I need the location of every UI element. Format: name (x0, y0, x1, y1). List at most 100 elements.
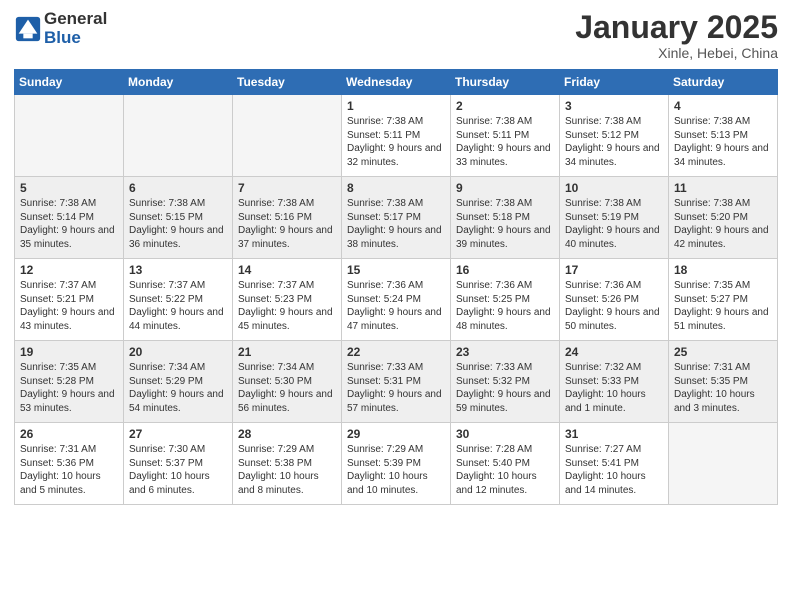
day-number: 6 (129, 181, 227, 195)
cell-4-1: 19Sunrise: 7:35 AMSunset: 5:28 PMDayligh… (15, 341, 124, 423)
cell-3-7: 18Sunrise: 7:35 AMSunset: 5:27 PMDayligh… (669, 259, 778, 341)
week-row-2: 5 Sunrise: 7:38 AMSunset: 5:14 PMDaylight… (15, 177, 778, 259)
day-number: 16 (456, 263, 554, 277)
cell-3-2: 13 Sunrise: 7:37 AMSunset: 5:22 PMDayligh… (124, 259, 233, 341)
cell-4-2: 20 Sunrise: 7:34 AMSunset: 5:29 PMDayligh… (124, 341, 233, 423)
cell-4-7: 25 Sunrise: 7:31 AMSunset: 5:35 PMDayligh… (669, 341, 778, 423)
day-info: Sunrise: 7:38 AMSunset: 5:12 PMDaylight:… (565, 115, 663, 169)
header-thursday: Thursday (451, 70, 560, 95)
cell-5-6: 31Sunrise: 7:27 AMSunset: 5:41 PMDayligh… (560, 423, 669, 505)
day-number: 1 (347, 99, 445, 113)
day-number: 15 (347, 263, 445, 277)
day-number: 27 (129, 427, 227, 441)
day-info: Sunrise: 7:38 AMSunset: 5:15 PMDaylight:… (129, 197, 227, 251)
cell-5-3: 28Sunrise: 7:29 AMSunset: 5:38 PMDayligh… (233, 423, 342, 505)
logo: General Blue (14, 10, 107, 47)
day-info: Sunrise: 7:36 AMSunset: 5:24 PMDaylight:… (347, 279, 445, 333)
cell-2-7: 11Sunrise: 7:38 AMSunset: 5:20 PMDayligh… (669, 177, 778, 259)
day-info: Sunrise: 7:38 AMSunset: 5:11 PMDaylight:… (347, 115, 445, 169)
day-number: 4 (674, 99, 772, 113)
day-info: Sunrise: 7:36 AMSunset: 5:26 PMDaylight:… (565, 279, 663, 333)
calendar-table: Sunday Monday Tuesday Wednesday Thursday… (14, 69, 778, 505)
header-friday: Friday (560, 70, 669, 95)
day-number: 13 (129, 263, 227, 277)
day-info: Sunrise: 7:38 AMSunset: 5:18 PMDaylight:… (456, 197, 554, 251)
logo-blue-text: Blue (44, 29, 107, 48)
day-number: 5 (20, 181, 118, 195)
cell-1-4: 1 Sunrise: 7:38 AMSunset: 5:11 PMDaylight… (342, 95, 451, 177)
day-number: 7 (238, 181, 336, 195)
day-info: Sunrise: 7:27 AMSunset: 5:41 PMDaylight:… (565, 443, 663, 497)
cell-1-1 (15, 95, 124, 177)
day-number: 24 (565, 345, 663, 359)
day-info: Sunrise: 7:38 AMSunset: 5:20 PMDaylight:… (674, 197, 772, 251)
day-info: Sunrise: 7:31 AMSunset: 5:35 PMDaylight:… (674, 361, 772, 415)
calendar-page: General Blue January 2025 Xinle, Hebei, … (0, 0, 792, 612)
day-info: Sunrise: 7:37 AMSunset: 5:22 PMDaylight:… (129, 279, 227, 333)
week-row-4: 19Sunrise: 7:35 AMSunset: 5:28 PMDayligh… (15, 341, 778, 423)
month-title: January 2025 (575, 10, 778, 45)
day-info: Sunrise: 7:30 AMSunset: 5:37 PMDaylight:… (129, 443, 227, 497)
day-number: 26 (20, 427, 118, 441)
header: General Blue January 2025 Xinle, Hebei, … (14, 10, 778, 61)
cell-2-1: 5 Sunrise: 7:38 AMSunset: 5:14 PMDaylight… (15, 177, 124, 259)
day-info: Sunrise: 7:34 AMSunset: 5:30 PMDaylight:… (238, 361, 336, 415)
logo-icon (14, 15, 42, 43)
day-info: Sunrise: 7:31 AMSunset: 5:36 PMDaylight:… (20, 443, 118, 497)
day-number: 18 (674, 263, 772, 277)
day-number: 21 (238, 345, 336, 359)
week-row-5: 26 Sunrise: 7:31 AMSunset: 5:36 PMDayligh… (15, 423, 778, 505)
day-number: 2 (456, 99, 554, 113)
day-number: 20 (129, 345, 227, 359)
day-number: 30 (456, 427, 554, 441)
cell-1-5: 2 Sunrise: 7:38 AMSunset: 5:11 PMDaylight… (451, 95, 560, 177)
cell-5-4: 29Sunrise: 7:29 AMSunset: 5:39 PMDayligh… (342, 423, 451, 505)
cell-3-1: 12 Sunrise: 7:37 AMSunset: 5:21 PMDayligh… (15, 259, 124, 341)
header-wednesday: Wednesday (342, 70, 451, 95)
logo-general-text: General (44, 10, 107, 29)
location: Xinle, Hebei, China (575, 45, 778, 61)
title-block: January 2025 Xinle, Hebei, China (575, 10, 778, 61)
day-number: 22 (347, 345, 445, 359)
day-info: Sunrise: 7:38 AMSunset: 5:17 PMDaylight:… (347, 197, 445, 251)
day-info: Sunrise: 7:38 AMSunset: 5:16 PMDaylight:… (238, 197, 336, 251)
day-info: Sunrise: 7:35 AMSunset: 5:28 PMDaylight:… (20, 361, 118, 415)
cell-3-6: 17 Sunrise: 7:36 AMSunset: 5:26 PMDayligh… (560, 259, 669, 341)
cell-4-6: 24Sunrise: 7:32 AMSunset: 5:33 PMDayligh… (560, 341, 669, 423)
week-row-1: 1 Sunrise: 7:38 AMSunset: 5:11 PMDaylight… (15, 95, 778, 177)
cell-2-6: 10 Sunrise: 7:38 AMSunset: 5:19 PMDayligh… (560, 177, 669, 259)
day-number: 29 (347, 427, 445, 441)
day-number: 10 (565, 181, 663, 195)
cell-5-1: 26 Sunrise: 7:31 AMSunset: 5:36 PMDayligh… (15, 423, 124, 505)
day-info: Sunrise: 7:28 AMSunset: 5:40 PMDaylight:… (456, 443, 554, 497)
header-monday: Monday (124, 70, 233, 95)
header-tuesday: Tuesday (233, 70, 342, 95)
day-number: 17 (565, 263, 663, 277)
cell-4-3: 21 Sunrise: 7:34 AMSunset: 5:30 PMDayligh… (233, 341, 342, 423)
day-number: 9 (456, 181, 554, 195)
day-number: 25 (674, 345, 772, 359)
cell-1-7: 4Sunrise: 7:38 AMSunset: 5:13 PMDaylight… (669, 95, 778, 177)
cell-2-5: 9 Sunrise: 7:38 AMSunset: 5:18 PMDaylight… (451, 177, 560, 259)
day-number: 12 (20, 263, 118, 277)
cell-1-3 (233, 95, 342, 177)
cell-3-4: 15 Sunrise: 7:36 AMSunset: 5:24 PMDayligh… (342, 259, 451, 341)
header-sunday: Sunday (15, 70, 124, 95)
day-info: Sunrise: 7:33 AMSunset: 5:32 PMDaylight:… (456, 361, 554, 415)
cell-4-5: 23 Sunrise: 7:33 AMSunset: 5:32 PMDayligh… (451, 341, 560, 423)
logo-text: General Blue (44, 10, 107, 47)
cell-2-3: 7 Sunrise: 7:38 AMSunset: 5:16 PMDaylight… (233, 177, 342, 259)
day-info: Sunrise: 7:38 AMSunset: 5:11 PMDaylight:… (456, 115, 554, 169)
day-info: Sunrise: 7:38 AMSunset: 5:14 PMDaylight:… (20, 197, 118, 251)
day-number: 23 (456, 345, 554, 359)
day-info: Sunrise: 7:33 AMSunset: 5:31 PMDaylight:… (347, 361, 445, 415)
day-number: 28 (238, 427, 336, 441)
cell-3-5: 16Sunrise: 7:36 AMSunset: 5:25 PMDayligh… (451, 259, 560, 341)
day-info: Sunrise: 7:34 AMSunset: 5:29 PMDaylight:… (129, 361, 227, 415)
day-info: Sunrise: 7:37 AMSunset: 5:21 PMDaylight:… (20, 279, 118, 333)
header-saturday: Saturday (669, 70, 778, 95)
week-row-3: 12 Sunrise: 7:37 AMSunset: 5:21 PMDayligh… (15, 259, 778, 341)
cell-2-2: 6 Sunrise: 7:38 AMSunset: 5:15 PMDaylight… (124, 177, 233, 259)
weekday-header-row: Sunday Monday Tuesday Wednesday Thursday… (15, 70, 778, 95)
day-info: Sunrise: 7:38 AMSunset: 5:19 PMDaylight:… (565, 197, 663, 251)
